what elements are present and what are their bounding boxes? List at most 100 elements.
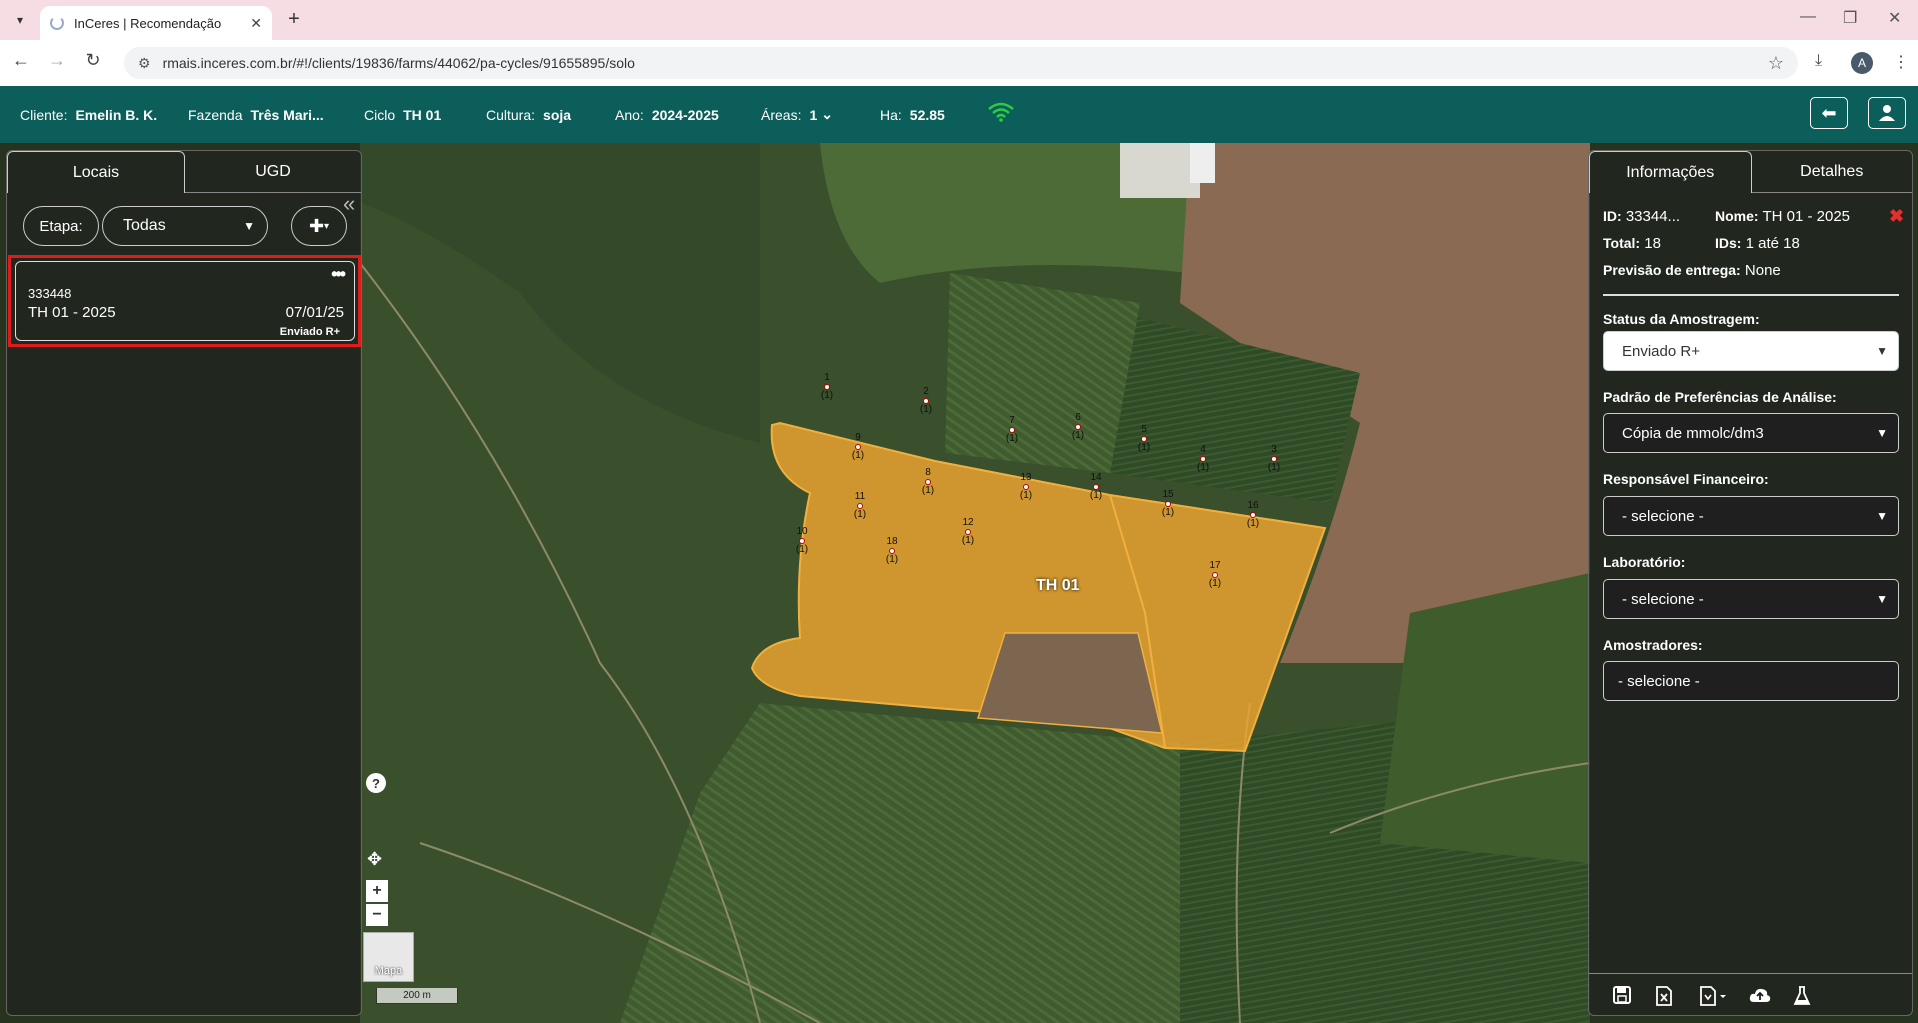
sample-point-number: 10 xyxy=(796,526,808,537)
help-button[interactable]: ? xyxy=(366,773,386,793)
zoom-out-button[interactable]: − xyxy=(366,904,388,926)
sample-point[interactable]: 7 (1) xyxy=(998,416,1026,444)
sample-point[interactable]: 11 (1) xyxy=(846,492,874,520)
cloud-upload-icon[interactable] xyxy=(1749,986,1771,1009)
more-options-icon[interactable]: ••• xyxy=(331,264,346,285)
sample-point-count: (1) xyxy=(1246,518,1260,529)
site-settings-icon[interactable]: ⚙ xyxy=(138,55,151,72)
sample-point-number: 4 xyxy=(1200,444,1206,455)
restore-icon[interactable]: ❐ xyxy=(1843,8,1857,28)
crumb-ciclo[interactable]: Ciclo TH 01 xyxy=(364,86,441,143)
sample-point-count: (1) xyxy=(921,485,935,496)
sample-point[interactable]: 15 (1) xyxy=(1154,490,1182,518)
browser-menu-icon[interactable]: ⋮ xyxy=(1893,52,1909,72)
sample-point[interactable]: 4 (1) xyxy=(1189,445,1217,473)
excel-icon[interactable] xyxy=(1655,986,1673,1011)
sample-point[interactable]: 9 (1) xyxy=(844,433,872,461)
sample-point[interactable]: 14 (1) xyxy=(1082,473,1110,501)
collapse-panel-icon[interactable]: « xyxy=(343,191,355,217)
close-icon[interactable]: ✖ xyxy=(1889,206,1904,227)
sample-point-count: (1) xyxy=(885,554,899,565)
sample-point[interactable]: 1 (1) xyxy=(813,373,841,401)
sample-point-number: 7 xyxy=(1009,415,1015,426)
card-date: 07/01/25 xyxy=(285,304,344,321)
chevron-down-icon: ▼ xyxy=(1876,426,1888,440)
url-bar[interactable]: ⚙ rmais.inceres.com.br/#!/clients/19836/… xyxy=(124,47,1798,79)
download-icon[interactable]: ⤓ xyxy=(1815,52,1822,70)
info-nome: Nome: TH 01 - 2025 xyxy=(1715,208,1851,225)
divider xyxy=(1603,294,1899,296)
sample-point-count: (1) xyxy=(1161,507,1175,518)
add-button[interactable]: ✚ ▾ xyxy=(291,206,347,246)
sample-point-number: 8 xyxy=(925,467,931,478)
minimize-icon[interactable]: — xyxy=(1800,8,1816,26)
tab-informacoes[interactable]: Informações xyxy=(1589,151,1752,193)
sample-point[interactable]: 17 (1) xyxy=(1201,561,1229,589)
sample-point[interactable]: 12 (1) xyxy=(954,518,982,546)
sample-point[interactable]: 6 (1) xyxy=(1064,413,1092,441)
status-select[interactable]: Enviado R+ ▼ xyxy=(1603,331,1899,371)
sample-point-count: (1) xyxy=(851,450,865,461)
padrao-label: Padrão de Preferências de Análise: xyxy=(1603,389,1837,405)
new-tab-icon[interactable]: + xyxy=(282,8,306,31)
sample-point-number: 15 xyxy=(1162,489,1174,500)
sample-point[interactable]: 5 (1) xyxy=(1130,425,1158,453)
user-icon[interactable] xyxy=(1868,97,1906,129)
sample-point[interactable]: 8 (1) xyxy=(914,468,942,496)
tab-list-chevron-icon[interactable]: ▾ xyxy=(8,8,32,32)
window-close-icon[interactable]: ✕ xyxy=(1888,8,1901,28)
padrao-select[interactable]: Cópia de mmolc/dm3 ▼ xyxy=(1603,413,1899,453)
crumb-fazenda[interactable]: Fazenda Três Mari... xyxy=(188,86,324,143)
etapa-select[interactable]: Todas ▼ xyxy=(102,206,268,246)
sample-point-count: (1) xyxy=(919,404,933,415)
browser-tabbar: ▾ InCeres | Recomendação ✕ + — ❐ ✕ xyxy=(0,0,1918,40)
sample-point[interactable]: 10 (1) xyxy=(788,527,816,555)
sample-point-number: 11 xyxy=(854,491,866,502)
sample-point-number: 3 xyxy=(1271,444,1277,455)
crumb-cliente[interactable]: Cliente: Emelin B. K. xyxy=(20,86,157,143)
responsavel-label: Responsável Financeiro: xyxy=(1603,471,1769,487)
url-text[interactable]: rmais.inceres.com.br/#!/clients/19836/fa… xyxy=(163,55,635,71)
sample-point[interactable]: 3 (1) xyxy=(1260,445,1288,473)
crumb-cultura[interactable]: Cultura: soja xyxy=(486,86,571,143)
amostradores-label: Amostradores: xyxy=(1603,637,1703,653)
reload-icon[interactable]: ↻ xyxy=(81,50,105,71)
profile-avatar[interactable]: A xyxy=(1851,52,1873,74)
sample-point[interactable]: 13 (1) xyxy=(1012,473,1040,501)
crumb-ha: Ha: 52.85 xyxy=(880,106,945,123)
move-icon[interactable]: ✥ xyxy=(367,849,382,870)
chevron-down-icon: ▼ xyxy=(1876,344,1888,358)
amostradores-select[interactable]: - selecione - xyxy=(1603,661,1899,701)
tab-close-icon[interactable]: ✕ xyxy=(250,15,262,32)
forward-icon[interactable]: → xyxy=(45,50,69,71)
chevron-down-icon: ▼ xyxy=(1876,509,1888,523)
sampling-card[interactable]: ••• 333448 TH 01 - 2025 07/01/25 Enviado… xyxy=(15,261,355,341)
sample-point-count: (1) xyxy=(1208,578,1222,589)
sample-point-number: 13 xyxy=(1020,472,1032,483)
zoom-in-button[interactable]: + xyxy=(366,880,388,902)
laboratorio-select[interactable]: - selecione - ▼ xyxy=(1603,579,1899,619)
document-export-icon[interactable] xyxy=(1699,986,1729,1011)
back-icon[interactable]: ← xyxy=(9,50,33,71)
sample-point-number: 2 xyxy=(923,386,929,397)
back-arrow-button[interactable]: ⬅ xyxy=(1810,97,1848,129)
left-panel: Locais UGD Etapa: Todas ▼ ✚ ▾ « ••• 33344… xyxy=(6,150,362,1016)
laboratorio-label: Laboratório: xyxy=(1603,554,1686,570)
layer-switch-thumbnail[interactable]: Mapa xyxy=(363,932,414,982)
browser-tab[interactable]: InCeres | Recomendação ✕ xyxy=(40,6,272,40)
tab-detalhes[interactable]: Detalhes xyxy=(1751,151,1912,193)
sample-point-count: (1) xyxy=(961,535,975,546)
crumb-ano[interactable]: Ano: 2024-2025 xyxy=(615,86,719,143)
sample-point[interactable]: 2 (1) xyxy=(912,387,940,415)
tab-ugd[interactable]: UGD xyxy=(185,151,361,193)
chevron-down-icon: ⌄ xyxy=(821,106,833,122)
tab-locais[interactable]: Locais xyxy=(7,151,185,193)
flask-icon[interactable] xyxy=(1793,986,1811,1011)
sample-point[interactable]: 16 (1) xyxy=(1239,501,1267,529)
crumb-areas[interactable]: Áreas: 1 ⌄ xyxy=(761,86,833,143)
action-toolbar xyxy=(1589,973,1912,1017)
responsavel-select[interactable]: - selecione - ▼ xyxy=(1603,496,1899,536)
sample-point[interactable]: 18 (1) xyxy=(878,537,906,565)
save-icon[interactable] xyxy=(1613,986,1631,1009)
bookmark-star-icon[interactable]: ☆ xyxy=(1768,53,1784,74)
